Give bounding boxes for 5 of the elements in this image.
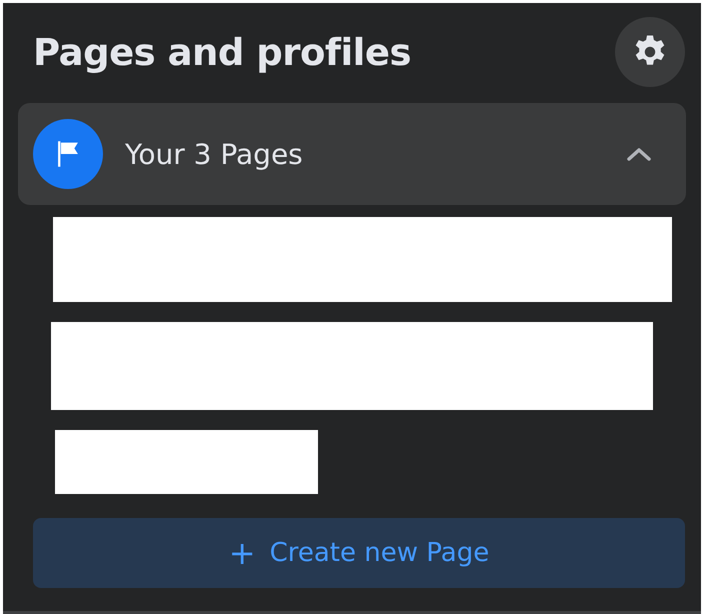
panel-title: Pages and profiles <box>33 30 411 74</box>
group-label: Your 3 Pages <box>125 138 304 170</box>
pages-group-header[interactable]: Your 3 Pages <box>18 103 686 205</box>
create-page-button[interactable]: + Create new Page <box>33 518 685 588</box>
chevron-up-icon[interactable] <box>626 146 652 162</box>
